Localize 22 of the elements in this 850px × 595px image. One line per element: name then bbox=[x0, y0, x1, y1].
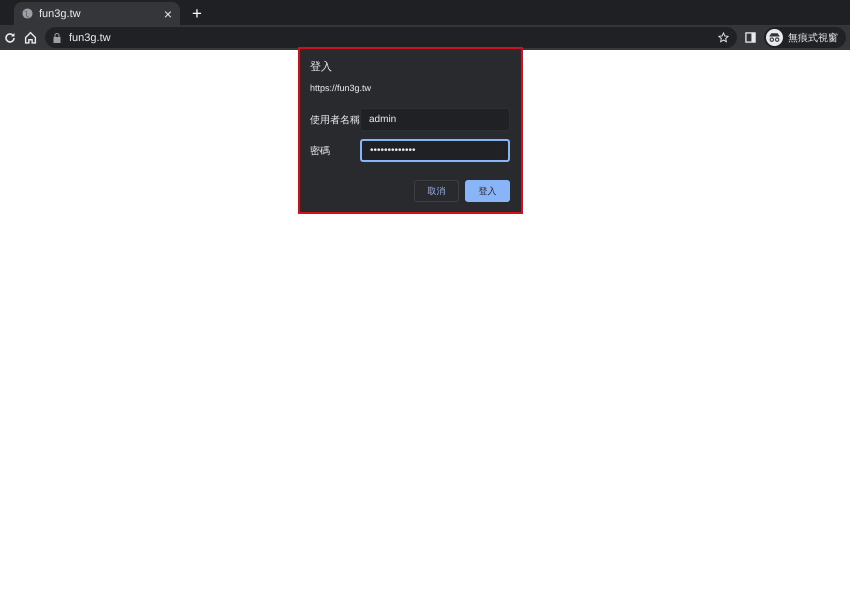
address-bar[interactable]: fun3g.tw bbox=[45, 27, 737, 48]
field-label: 密碼 bbox=[310, 144, 331, 158]
tab-title: fun3g.tw bbox=[39, 8, 82, 20]
incognito-profile-button[interactable]: 無痕式視窗 bbox=[764, 27, 846, 48]
input-field[interactable]: ••••••••••••• bbox=[360, 139, 510, 162]
browser-tab[interactable]: fun3g.tw × bbox=[14, 2, 180, 25]
lock-icon bbox=[53, 32, 61, 42]
star-icon[interactable] bbox=[718, 32, 729, 43]
url-text: fun3g.tw bbox=[69, 32, 112, 44]
field-label: 使用者名稱 bbox=[310, 114, 360, 126]
reload-icon[interactable] bbox=[4, 32, 16, 44]
cancel-button[interactable]: 取消 bbox=[414, 180, 459, 202]
close-tab-button[interactable]: × bbox=[164, 6, 172, 20]
new-tab-button[interactable]: + bbox=[190, 5, 204, 22]
dialog-origin: https://fun3g.tw bbox=[310, 83, 372, 93]
home-icon[interactable] bbox=[24, 31, 37, 44]
side-panel-icon[interactable] bbox=[745, 32, 756, 43]
globe-icon bbox=[22, 8, 33, 19]
input-field[interactable]: admin bbox=[360, 108, 510, 131]
dialog-title: 登入 bbox=[310, 60, 333, 74]
login-button[interactable]: 登入 bbox=[465, 180, 510, 202]
incognito-icon bbox=[766, 29, 783, 46]
